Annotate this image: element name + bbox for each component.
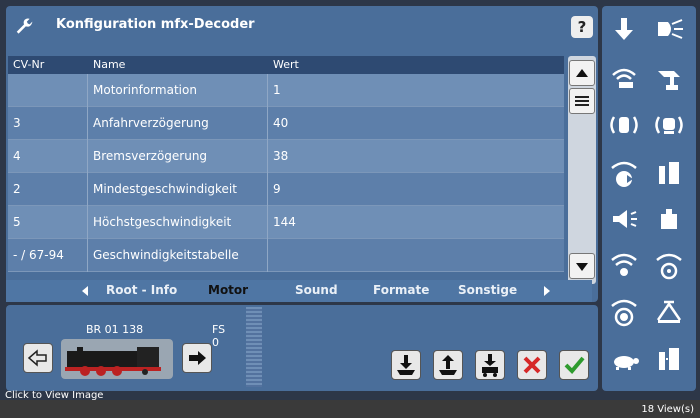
locomotive-image[interactable] bbox=[61, 339, 173, 379]
sound-whistle-icon[interactable] bbox=[607, 248, 641, 282]
table-row[interactable]: 5 Höchstgeschwindigkeit 144 bbox=[8, 206, 564, 239]
tab-left-arrow-icon[interactable] bbox=[80, 285, 90, 297]
value-cell[interactable]: 144 bbox=[268, 206, 564, 239]
confirm-button[interactable] bbox=[559, 350, 589, 380]
cv-table: CV-Nr Name Wert Motorinformation 1 3 Anf… bbox=[8, 56, 564, 282]
speed-step-readout: FS 0 bbox=[212, 323, 225, 349]
table-row[interactable]: 4 Bremsverzögerung 38 bbox=[8, 140, 564, 173]
name-cell: Höchstgeschwindigkeit bbox=[88, 206, 268, 239]
cv-cell: 5 bbox=[8, 206, 88, 239]
function-sidebar bbox=[602, 6, 696, 391]
table-row[interactable]: Motorinformation 1 bbox=[8, 74, 564, 107]
footer-view-count: 18 View(s) bbox=[641, 404, 694, 415]
value-cell[interactable]: 40 bbox=[268, 107, 564, 140]
table-header: CV-Nr Name Wert bbox=[8, 56, 564, 74]
name-cell: Motorinformation bbox=[88, 74, 268, 107]
turtle-icon[interactable] bbox=[607, 342, 641, 376]
cv-cell: 4 bbox=[8, 140, 88, 173]
cv-cell bbox=[8, 74, 88, 107]
tab-formate[interactable]: Formate bbox=[373, 283, 429, 297]
triangle-down-icon bbox=[576, 263, 588, 271]
arrow-left-icon bbox=[27, 349, 47, 367]
pantograph-icon[interactable] bbox=[652, 294, 686, 328]
name-cell: Geschwindigkeitstabelle bbox=[88, 239, 268, 272]
sound-shunting-icon[interactable] bbox=[607, 156, 641, 190]
tab-right-arrow-icon[interactable] bbox=[542, 285, 552, 297]
tab-root-info[interactable]: Root - Info bbox=[106, 283, 177, 297]
cancel-button[interactable] bbox=[517, 350, 547, 380]
upload-button[interactable] bbox=[433, 350, 463, 380]
column-header-cv: CV-Nr bbox=[13, 58, 45, 71]
download-to-ship-button[interactable] bbox=[391, 350, 421, 380]
tab-sound[interactable]: Sound bbox=[295, 283, 338, 297]
tab-motor[interactable]: Motor bbox=[208, 283, 248, 297]
name-cell: Anfahrverzögerung bbox=[88, 107, 268, 140]
table-row[interactable]: - / 67-94 Geschwindigkeitstabelle bbox=[8, 239, 564, 272]
scroll-thumb[interactable] bbox=[569, 88, 595, 114]
arrow-right-icon bbox=[189, 351, 206, 365]
door-icon[interactable] bbox=[652, 156, 686, 190]
value-cell[interactable]: 9 bbox=[268, 173, 564, 206]
arrow-down-icon[interactable] bbox=[607, 12, 641, 46]
weight-icon[interactable] bbox=[652, 202, 686, 236]
sound-brake-icon[interactable] bbox=[607, 294, 641, 328]
column-header-value: Wert bbox=[273, 58, 299, 71]
title-bar: Konfiguration mfx-Decoder ? bbox=[6, 6, 598, 48]
name-cell: Mindestgeschwindigkeit bbox=[88, 173, 268, 206]
sound-car-icon[interactable] bbox=[652, 108, 686, 142]
loco-name: BR 01 138 bbox=[86, 323, 144, 336]
sound-wheel-icon[interactable] bbox=[652, 248, 686, 282]
app-frame: Konfiguration mfx-Decoder ? CV-Nr Name W… bbox=[0, 0, 700, 400]
sound-cab-icon[interactable] bbox=[607, 108, 641, 142]
wrench-icon bbox=[16, 18, 33, 34]
write-to-loco-button[interactable] bbox=[475, 350, 505, 380]
menu-lines-icon bbox=[575, 96, 589, 106]
table-row[interactable]: 2 Mindestgeschwindigkeit 9 bbox=[8, 173, 564, 206]
upload-icon bbox=[439, 355, 457, 375]
sound-horn-icon[interactable] bbox=[607, 61, 641, 95]
checkmark-icon bbox=[564, 356, 585, 374]
scroll-up-button[interactable] bbox=[569, 60, 595, 86]
tab-sonstige[interactable]: Sonstige bbox=[458, 283, 517, 297]
tab-bar: Root - Info Motor Sound Formate Sonstige bbox=[6, 280, 592, 302]
help-button[interactable]: ? bbox=[571, 16, 593, 38]
table-scrollbar[interactable] bbox=[568, 56, 596, 284]
table-row[interactable]: 3 Anfahrverzögerung 40 bbox=[8, 107, 564, 140]
crane-hook-icon[interactable] bbox=[652, 61, 686, 95]
locomotive-bar: BR 01 138 FS 0 bbox=[6, 305, 598, 391]
column-header-name: Name bbox=[93, 58, 126, 71]
speaker-icon[interactable] bbox=[607, 202, 641, 236]
cv-cell: 3 bbox=[8, 107, 88, 140]
locomotive-icon bbox=[65, 347, 161, 376]
value-cell[interactable] bbox=[268, 239, 564, 272]
cv-cell: - / 67-94 bbox=[8, 239, 88, 272]
mfx-config-panel: Konfiguration mfx-Decoder ? CV-Nr Name W… bbox=[6, 6, 598, 302]
name-cell: Bremsverzögerung bbox=[88, 140, 268, 173]
loco-next-button[interactable] bbox=[182, 343, 212, 373]
triangle-up-icon bbox=[576, 69, 588, 77]
fs-value: 0 bbox=[212, 336, 219, 349]
download-loco-icon bbox=[482, 354, 498, 377]
cv-cell: 2 bbox=[8, 173, 88, 206]
speed-slider[interactable] bbox=[246, 307, 262, 387]
door-open-icon[interactable] bbox=[652, 342, 686, 376]
page-title: Konfiguration mfx-Decoder bbox=[56, 17, 255, 32]
download-icon bbox=[397, 355, 415, 375]
loco-prev-button[interactable] bbox=[23, 343, 53, 373]
headlight-icon[interactable] bbox=[652, 12, 686, 46]
scroll-down-button[interactable] bbox=[569, 253, 595, 279]
footer-view-image-link[interactable]: Click to View Image bbox=[5, 390, 103, 401]
value-cell[interactable]: 38 bbox=[268, 140, 564, 173]
value-cell[interactable]: 1 bbox=[268, 74, 564, 107]
close-icon bbox=[523, 356, 541, 374]
fs-label: FS bbox=[212, 323, 226, 336]
